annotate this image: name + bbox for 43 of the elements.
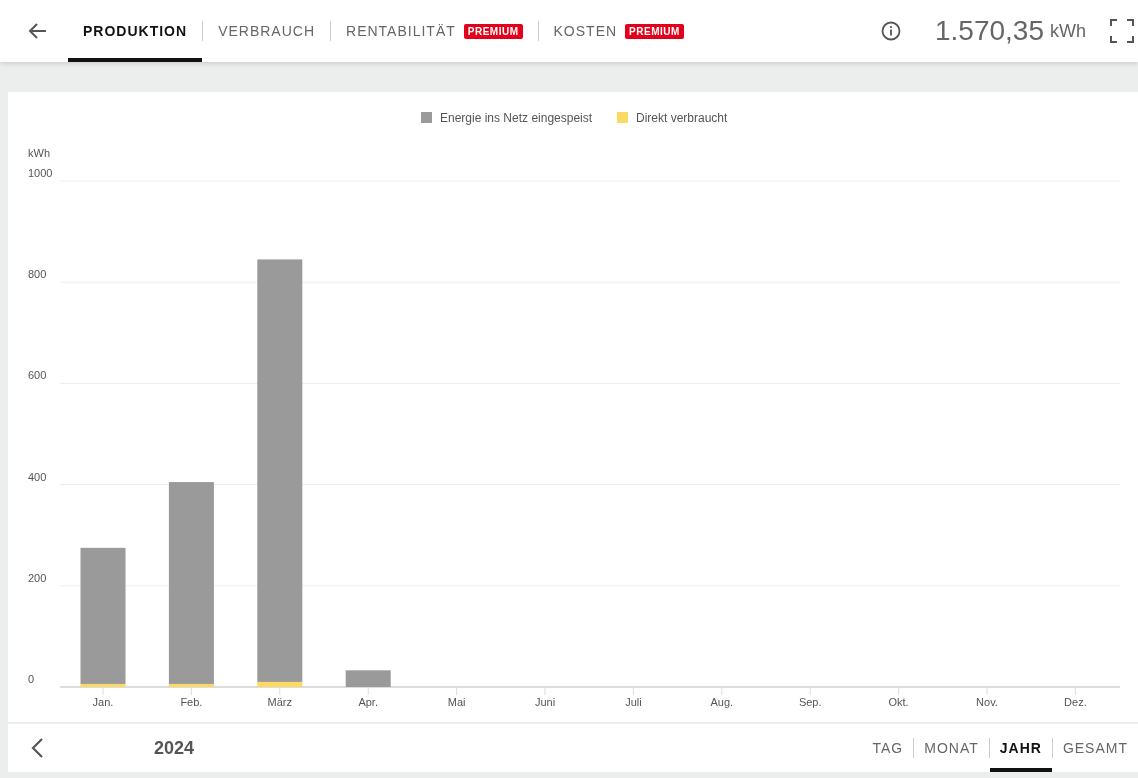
tab-label: KOSTEN: [553, 23, 618, 39]
y-tick-label: 1000: [28, 167, 53, 179]
x-tick-label: Aug.: [710, 696, 734, 708]
range-tab[interactable]: MONAT: [914, 724, 989, 772]
tab-label: RENTABILITÄT: [346, 23, 456, 39]
axis-unit: kWh: [28, 147, 50, 159]
year-label: 2024: [154, 737, 195, 759]
tab-label: PRODUKTION: [83, 23, 188, 39]
fullscreen-icon[interactable]: [1110, 19, 1134, 43]
premium-badge: PREMIUM: [625, 23, 684, 39]
y-tick-label: 0: [28, 673, 35, 685]
back-button[interactable]: [28, 21, 48, 41]
info-icon[interactable]: [881, 21, 901, 41]
tab[interactable]: VERBRAUCH: [203, 0, 331, 62]
x-tick-label: Mai: [447, 696, 466, 708]
bar-segment: [345, 670, 391, 687]
x-tick-label: Juni: [534, 696, 556, 708]
range-tab[interactable]: TAG: [862, 724, 914, 772]
tab[interactable]: RENTABILITÄT PREMIUM: [331, 0, 538, 62]
x-tick-label: Okt.: [888, 696, 909, 708]
previous-button[interactable]: [30, 737, 44, 759]
y-tick-label: 800: [28, 268, 47, 281]
x-tick-label: Jan.: [92, 696, 114, 708]
x-tick-label: Sep.: [798, 696, 822, 708]
tab[interactable]: KOSTEN PREMIUM: [538, 0, 699, 62]
total-energy: 1.570,35: [935, 15, 1044, 47]
x-tick-label: März: [267, 696, 293, 708]
y-tick-label: 600: [28, 369, 47, 382]
tab-label: VERBRAUCH: [218, 23, 316, 39]
tab[interactable]: PRODUKTION: [68, 0, 203, 62]
total-unit: kWh: [1050, 20, 1086, 42]
x-tick-label: Nov.: [976, 696, 998, 708]
x-tick-label: Feb.: [180, 696, 203, 708]
range-tab[interactable]: JAHR: [989, 724, 1052, 772]
premium-badge: PREMIUM: [463, 23, 523, 39]
x-tick-label: Juli: [625, 696, 642, 708]
y-tick-label: 400: [28, 470, 47, 483]
y-tick-label: 200: [28, 571, 47, 584]
legend-label: Direkt verbraucht: [636, 111, 728, 125]
legend-label: Energie ins Netz eingespeist: [440, 111, 593, 125]
x-tick-label: Apr.: [358, 696, 378, 708]
x-tick-label: Dez.: [1064, 696, 1087, 708]
range-tab[interactable]: GESAMT: [1052, 724, 1138, 772]
